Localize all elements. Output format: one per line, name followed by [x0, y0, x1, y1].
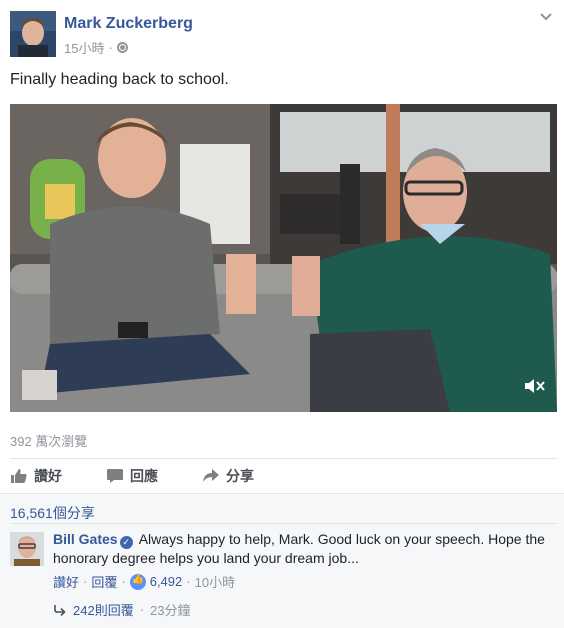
like-label: 讚好 [34, 468, 62, 484]
commenter-avatar[interactable] [10, 532, 44, 566]
mute-icon[interactable] [523, 376, 547, 396]
comment-time[interactable]: 10小時 [195, 572, 235, 591]
replies-time: 23分鐘 [150, 603, 191, 618]
comment-body: Bill Gates ✓ Always happy to help, Mark. … [53, 530, 553, 568]
replies-row[interactable]: 242則回覆 · 23分鐘 [53, 600, 191, 619]
action-bar: 讚好 回應 分享 [10, 460, 557, 492]
reply-arrow-icon [54, 604, 66, 616]
comment-like-link[interactable]: 讚好 [53, 572, 79, 591]
meta-separator: · [186, 574, 191, 589]
like-badge-icon [129, 573, 146, 590]
share-button[interactable]: 分享 [202, 461, 254, 491]
comment-reply-link[interactable]: 回覆 [91, 572, 117, 591]
video-player[interactable] [10, 104, 557, 412]
share-icon [203, 469, 219, 482]
meta-separator: · [108, 40, 113, 55]
author-name[interactable]: Mark Zuckerberg [64, 15, 193, 33]
meta-separator: · [121, 574, 126, 589]
commenter-name[interactable]: Bill Gates [53, 531, 118, 547]
comment-like-count[interactable]: 6,492 [150, 574, 183, 589]
view-count: 392 萬次瀏覽 [10, 434, 88, 449]
comment-meta: 讚好 · 回覆 · 6,492 · 10小時 [53, 572, 235, 591]
share-label: 分享 [226, 468, 254, 484]
comment-icon [107, 469, 123, 483]
meta-separator: · [139, 602, 145, 617]
like-button[interactable]: 讚好 [10, 461, 62, 491]
thumbs-up-icon [11, 469, 27, 483]
meta-separator: · [83, 574, 88, 589]
facebook-post: Mark Zuckerberg 15小時 · Finally heading b… [0, 0, 564, 628]
verified-badge-icon: ✓ [119, 536, 133, 549]
comment-button[interactable]: 回應 [106, 461, 158, 491]
video-frame [10, 104, 557, 412]
post-meta: 15小時 · [64, 38, 128, 57]
replies-link[interactable]: 242則回覆 [73, 600, 134, 619]
author-avatar[interactable] [10, 11, 56, 57]
divider [10, 458, 557, 459]
share-count[interactable]: 16,561個分享 [10, 503, 95, 523]
post-text: Finally heading back to school. [10, 71, 229, 88]
globe-icon[interactable] [116, 42, 128, 53]
chevron-down-icon[interactable] [538, 10, 554, 24]
post-time[interactable]: 15小時 [64, 38, 104, 57]
comment-label: 回應 [130, 468, 158, 484]
divider [10, 523, 557, 524]
